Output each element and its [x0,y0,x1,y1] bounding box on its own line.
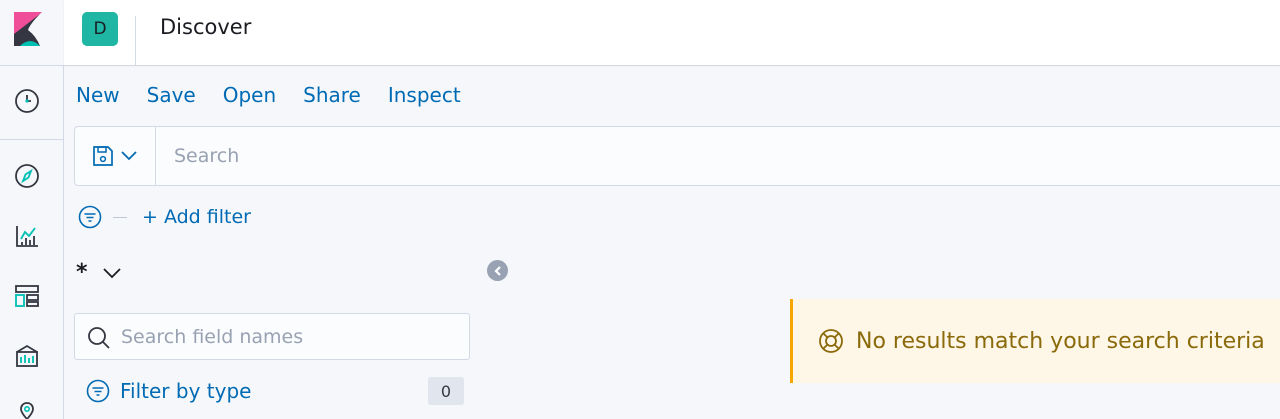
canvas-icon[interactable] [12,341,42,371]
visualize-icon[interactable] [12,221,42,251]
space-avatar[interactable]: D [82,12,118,46]
discover-content: New Save Open Share Inspect + Add filter… [64,67,1280,419]
save-link[interactable]: Save [147,83,196,107]
share-link[interactable]: Share [303,83,361,107]
query-bar [74,126,1280,186]
inspect-link[interactable]: Inspect [388,83,461,107]
clock-icon[interactable] [12,86,42,116]
filter-by-type-label: Filter by type [120,379,252,403]
filter-separator [113,216,127,218]
add-filter-button[interactable]: + Add filter [142,206,251,228]
save-disk-icon [93,146,113,166]
field-search-box [74,313,470,360]
kibana-logo-icon [14,12,42,46]
field-search-input[interactable] [121,314,461,359]
header-divider [135,16,136,66]
chevron-down-icon [102,267,121,278]
maps-icon[interactable] [12,398,42,419]
search-icon [88,327,110,349]
top-menu: New Save Open Share Inspect [76,83,488,107]
compass-icon[interactable] [12,161,42,191]
index-pattern-label: * [76,260,88,285]
search-input[interactable] [157,127,1277,185]
page-title: Discover [160,15,252,39]
saved-query-button[interactable] [75,127,156,185]
side-nav [0,0,64,419]
index-pattern-selector[interactable]: * [76,260,122,285]
nav-divider [0,139,64,140]
chevron-left-icon [493,265,501,276]
filter-row: + Add filter [78,203,251,231]
collapse-sidebar-button[interactable] [487,260,508,281]
chevron-down-icon [121,151,137,161]
dashboard-icon[interactable] [12,281,42,311]
new-link[interactable]: New [76,83,120,107]
open-link[interactable]: Open [223,83,276,107]
filter-icon [86,379,110,403]
filter-count-badge: 0 [428,377,464,405]
app-header: D Discover [64,0,1280,66]
kibana-logo[interactable] [0,0,64,66]
filter-by-type-button[interactable]: Filter by type [86,379,251,403]
filter-icon[interactable] [78,205,102,229]
no-results-message: No results match your search criteria [856,328,1265,354]
no-results-callout: No results match your search criteria [790,299,1280,383]
help-lifebuoy-icon [819,329,843,353]
